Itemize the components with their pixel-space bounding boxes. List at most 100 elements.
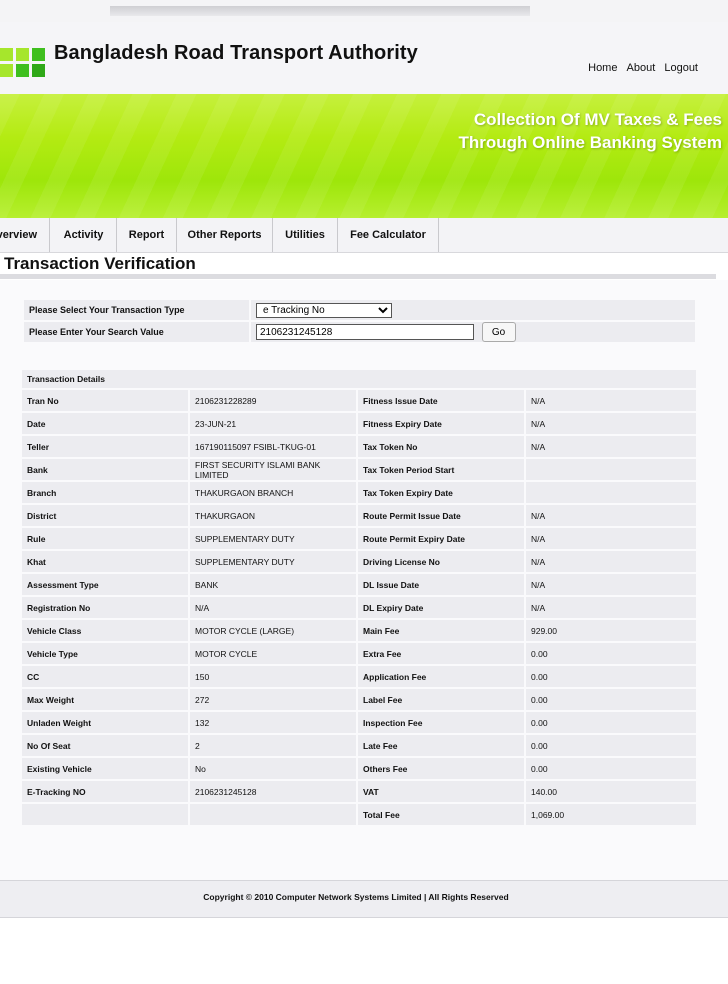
detail-value: 0.00 (526, 689, 697, 710)
table-row: Date 23-JUN-21 Fitness Expiry Date N/A (22, 413, 697, 434)
detail-label: VAT (358, 781, 524, 802)
detail-label: Driving License No (358, 551, 524, 572)
site-header: Bangladesh Road Transport Authority Home… (0, 22, 728, 94)
table-row: Existing Vehicle No Others Fee 0.00 (22, 758, 697, 779)
detail-label: E-Tracking NO (22, 781, 188, 802)
go-button[interactable]: Go (481, 322, 516, 342)
detail-value: 2 (190, 735, 356, 756)
detail-value: 0.00 (526, 758, 697, 779)
transaction-details-heading: Transaction Details (22, 370, 697, 388)
table-row: Teller 167190115097 FSIBL-TKUG-01 Tax Toke… (22, 436, 697, 457)
transaction-type-cell: e Tracking No (251, 300, 695, 320)
detail-value: MOTOR CYCLE (LARGE) (190, 620, 356, 641)
table-row: Bank FIRST SECURITY ISLAMI BANK LIMITED Ta… (22, 459, 697, 480)
table-row: Unladen Weight 132 Inspection Fee 0.00 (22, 712, 697, 733)
detail-label: Tax Token No (358, 436, 524, 457)
detail-value: 929.00 (526, 620, 697, 641)
detail-value: 0.00 (526, 666, 697, 687)
detail-label: Fitness Expiry Date (358, 413, 524, 434)
detail-label: Existing Vehicle (22, 758, 188, 779)
detail-value: N/A (526, 574, 697, 595)
detail-label: Branch (22, 482, 188, 503)
detail-value: 140.00 (526, 781, 697, 802)
detail-label: Max Weight (22, 689, 188, 710)
detail-label: Label Fee (358, 689, 524, 710)
detail-label: Khat (22, 551, 188, 572)
detail-label: Assessment Type (22, 574, 188, 595)
detail-value: N/A (526, 528, 697, 549)
detail-value: BANK (190, 574, 356, 595)
title-divider (0, 274, 716, 279)
table-row: Total Fee 1,069.00 (22, 804, 697, 825)
browser-top-strip (0, 0, 728, 22)
detail-value (526, 482, 697, 503)
detail-value: THAKURGAON (190, 505, 356, 526)
detail-label: Application Fee (358, 666, 524, 687)
detail-label: Vehicle Type (22, 643, 188, 664)
detail-value (526, 459, 697, 480)
transaction-details-table: Transaction Details Tran No 2106231228289… (20, 368, 698, 827)
search-value-cell: Go (251, 322, 695, 342)
detail-value: THAKURGAON BRANCH (190, 482, 356, 503)
detail-label: DL Issue Date (358, 574, 524, 595)
tab-report[interactable]: Report (117, 218, 177, 252)
detail-value: 2106231228289 (190, 390, 356, 411)
detail-value: FIRST SECURITY ISLAMI BANK LIMITED (190, 459, 356, 480)
table-row: No Of Seat 2 Late Fee 0.00 (22, 735, 697, 756)
detail-label: Others Fee (358, 758, 524, 779)
logout-link[interactable]: Logout (664, 62, 698, 74)
detail-label: District (22, 505, 188, 526)
detail-value: 1,069.00 (526, 804, 697, 825)
search-value-input[interactable] (256, 324, 474, 340)
detail-value: 0.00 (526, 643, 697, 664)
detail-label: CC (22, 666, 188, 687)
about-link[interactable]: About (627, 62, 656, 74)
detail-label (22, 804, 188, 825)
detail-label: Date (22, 413, 188, 434)
detail-value: N/A (526, 413, 697, 434)
detail-value: 150 (190, 666, 356, 687)
tab-utilities[interactable]: Utilities (273, 218, 338, 252)
detail-value: No (190, 758, 356, 779)
table-row: Registration No N/A DL Expiry Date N/A (22, 597, 697, 618)
detail-label: Fitness Issue Date (358, 390, 524, 411)
table-row: Branch THAKURGAON BRANCH Tax Token Expiry … (22, 482, 697, 503)
detail-label: Inspection Fee (358, 712, 524, 733)
detail-value: SUPPLEMENTARY DUTY (190, 551, 356, 572)
tab-fee-calculator[interactable]: Fee Calculator (338, 218, 439, 252)
detail-label: Main Fee (358, 620, 524, 641)
home-link[interactable]: Home (588, 62, 617, 74)
tab-overview[interactable]: Overview (0, 218, 50, 252)
detail-label: Bank (22, 459, 188, 480)
detail-value (190, 804, 356, 825)
scroll-shadow (110, 6, 530, 16)
search-value-label: Please Enter Your Search Value (24, 322, 249, 342)
top-links: Home About Logout (582, 62, 698, 74)
transaction-type-select[interactable]: e Tracking No (256, 302, 392, 318)
detail-value: SUPPLEMENTARY DUTY (190, 528, 356, 549)
search-form: Please Select Your Transaction Type e Tr… (22, 298, 697, 344)
transaction-type-label: Please Select Your Transaction Type (24, 300, 249, 320)
table-row: Vehicle Type MOTOR CYCLE Extra Fee 0.00 (22, 643, 697, 664)
banner: Collection Of MV Taxes & Fees Through On… (0, 94, 728, 218)
table-row: Khat SUPPLEMENTARY DUTY Driving License No… (22, 551, 697, 572)
detail-value: 0.00 (526, 735, 697, 756)
table-row: District THAKURGAON Route Permit Issue Dat… (22, 505, 697, 526)
table-row: E-Tracking NO 2106231245128 VAT 140.00 (22, 781, 697, 802)
detail-label: Registration No (22, 597, 188, 618)
banner-line-1: Collection Of MV Taxes & Fees (473, 110, 722, 129)
detail-label: DL Expiry Date (358, 597, 524, 618)
detail-label: Extra Fee (358, 643, 524, 664)
detail-value: 23-JUN-21 (190, 413, 356, 434)
detail-value: 2106231245128 (190, 781, 356, 802)
detail-label: Tran No (22, 390, 188, 411)
detail-label: Route Permit Issue Date (358, 505, 524, 526)
detail-value: 132 (190, 712, 356, 733)
detail-label: Late Fee (358, 735, 524, 756)
detail-label: Tax Token Expiry Date (358, 482, 524, 503)
tab-other-reports[interactable]: Other Reports (177, 218, 273, 252)
table-row: Tran No 2106231228289 Fitness Issue Date N/… (22, 390, 697, 411)
table-row: Rule SUPPLEMENTARY DUTY Route Permit Expir… (22, 528, 697, 549)
detail-label: Rule (22, 528, 188, 549)
tab-activity[interactable]: Activity (51, 218, 117, 252)
